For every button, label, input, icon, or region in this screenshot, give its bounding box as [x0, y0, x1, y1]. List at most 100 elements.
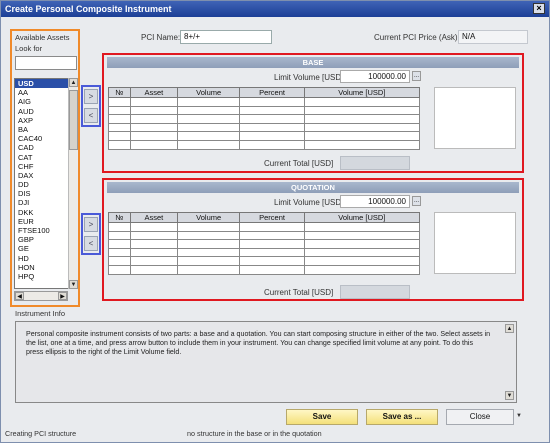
table-row[interactable] [108, 131, 421, 141]
table-cell[interactable] [129, 239, 179, 249]
table-cell[interactable] [108, 131, 131, 141]
table-cell[interactable] [303, 256, 421, 266]
table-cell[interactable] [239, 230, 305, 241]
info-scroll-down-icon[interactable]: ▼ [505, 391, 514, 400]
table-cell[interactable] [303, 114, 421, 124]
asset-list-item[interactable]: USD [15, 79, 76, 89]
asset-list-item[interactable]: EUR [15, 217, 76, 226]
asset-list-item[interactable]: DD [15, 180, 76, 189]
table-cell[interactable] [177, 97, 241, 107]
column-header[interactable]: Volume [USD] [303, 87, 421, 98]
asset-list-hscroll[interactable]: ◀ ▶ [14, 291, 68, 301]
table-cell[interactable] [177, 222, 241, 232]
table-cell[interactable] [129, 247, 179, 258]
asset-list-item[interactable]: CAT [15, 153, 76, 162]
table-cell[interactable] [108, 264, 131, 275]
look-for-input[interactable] [15, 56, 77, 70]
table-cell[interactable] [303, 222, 421, 232]
table-row[interactable] [108, 256, 421, 266]
scroll-right-icon[interactable]: ▶ [58, 292, 67, 300]
table-cell[interactable] [303, 239, 421, 249]
close-window-button[interactable]: × [533, 3, 545, 14]
table-cell[interactable] [239, 264, 305, 275]
table-row[interactable] [108, 97, 421, 107]
add-to-quotation-button[interactable]: > [84, 217, 98, 232]
table-cell[interactable] [239, 122, 305, 133]
table-cell[interactable] [177, 256, 241, 266]
column-header[interactable]: № [108, 212, 131, 223]
table-cell[interactable] [177, 114, 241, 124]
asset-list-item[interactable]: AUD [15, 107, 76, 116]
scroll-thumb[interactable] [69, 90, 78, 150]
chevron-down-icon[interactable]: ▼ [516, 413, 522, 419]
table-cell[interactable] [108, 230, 131, 241]
scroll-left-icon[interactable]: ◀ [15, 292, 24, 300]
asset-list-item[interactable]: DJI [15, 198, 76, 207]
table-row[interactable] [108, 105, 421, 116]
table-cell[interactable] [129, 256, 179, 266]
asset-list-item[interactable]: HON [15, 263, 76, 272]
table-row[interactable] [108, 247, 421, 258]
table-cell[interactable] [303, 97, 421, 107]
column-header[interactable]: Percent [239, 87, 305, 98]
asset-list-item[interactable]: CAC40 [15, 134, 76, 143]
table-row[interactable] [108, 122, 421, 133]
asset-list-item[interactable]: AA [15, 88, 76, 97]
asset-list-item[interactable]: GBP [15, 235, 76, 244]
column-header[interactable]: № [108, 87, 131, 98]
table-cell[interactable] [303, 131, 421, 141]
table-cell[interactable] [303, 230, 421, 241]
table-row[interactable] [108, 230, 421, 241]
table-cell[interactable] [239, 105, 305, 116]
table-cell[interactable] [177, 247, 241, 258]
table-cell[interactable] [108, 247, 131, 258]
asset-list-item[interactable]: AXP [15, 116, 76, 125]
info-scroll-up-icon[interactable]: ▲ [505, 324, 514, 333]
table-cell[interactable] [129, 97, 179, 107]
table-cell[interactable] [239, 222, 305, 232]
column-header[interactable]: Volume [USD] [303, 212, 421, 223]
asset-list-item[interactable]: CAD [15, 143, 76, 152]
info-vscroll[interactable]: ▲ ▼ [505, 324, 514, 400]
scroll-up-icon[interactable]: ▲ [69, 78, 78, 87]
table-row[interactable] [108, 139, 421, 150]
asset-list-item[interactable]: AIG [15, 97, 76, 106]
table-cell[interactable] [239, 131, 305, 141]
table-cell[interactable] [108, 122, 131, 133]
asset-list-item[interactable]: HD [15, 254, 76, 263]
table-cell[interactable] [108, 97, 131, 107]
asset-list-item[interactable]: CHF [15, 162, 76, 171]
table-cell[interactable] [177, 105, 241, 116]
remove-from-base-button[interactable]: < [84, 108, 98, 123]
scroll-down-icon[interactable]: ▼ [69, 280, 78, 289]
quotation-ellipsis-button[interactable]: ... [412, 196, 421, 206]
table-cell[interactable] [239, 239, 305, 249]
quotation-limit-input[interactable]: 100000.00 [340, 195, 410, 208]
add-to-base-button[interactable]: > [84, 89, 98, 104]
table-cell[interactable] [303, 264, 421, 275]
table-row[interactable] [108, 222, 421, 232]
table-cell[interactable] [303, 247, 421, 258]
table-cell[interactable] [177, 122, 241, 133]
table-cell[interactable] [239, 256, 305, 266]
pci-name-input[interactable]: 8+/+ [180, 30, 272, 44]
table-cell[interactable] [129, 222, 179, 232]
table-cell[interactable] [129, 114, 179, 124]
asset-list-item[interactable]: DKK [15, 208, 76, 217]
asset-list-item[interactable]: DAX [15, 171, 76, 180]
base-ellipsis-button[interactable]: ... [412, 71, 421, 81]
base-limit-input[interactable]: 100000.00 [340, 70, 410, 83]
table-cell[interactable] [108, 139, 131, 150]
table-cell[interactable] [108, 222, 131, 232]
table-cell[interactable] [303, 139, 421, 150]
column-header[interactable]: Volume [177, 212, 241, 223]
table-cell[interactable] [129, 105, 179, 116]
table-cell[interactable] [177, 139, 241, 150]
asset-list-item[interactable]: BA [15, 125, 76, 134]
close-button[interactable]: Close [446, 409, 514, 425]
table-cell[interactable] [129, 230, 179, 241]
table-cell[interactable] [108, 239, 131, 249]
table-cell[interactable] [239, 114, 305, 124]
base-table[interactable]: № Asset Volume Percent Volume [USD] [108, 87, 421, 150]
table-row[interactable] [108, 114, 421, 124]
